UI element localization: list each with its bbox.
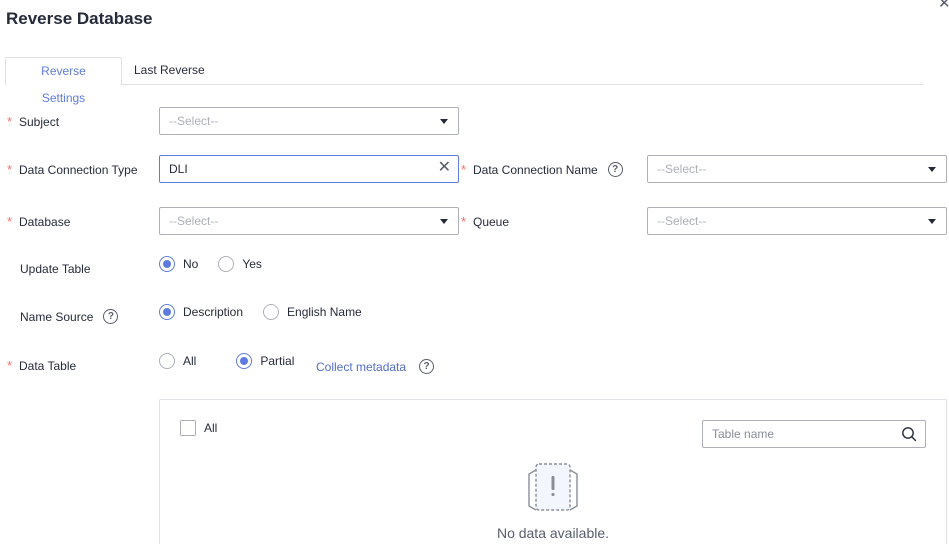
required-marker: * [7, 214, 13, 229]
name-source-radio-group: Description English Name [159, 304, 382, 320]
empty-state-text: No data available. [496, 525, 610, 541]
radio-name-description[interactable]: Description [159, 304, 243, 320]
clear-icon[interactable]: ✕ [438, 160, 451, 176]
help-icon[interactable]: ? [419, 359, 434, 374]
chevron-down-icon [440, 219, 448, 224]
required-marker: * [7, 358, 13, 373]
tab-reverse-settings[interactable]: Reverse Settings [5, 57, 122, 105]
tab-bar: Reverse Settings Last Reverse [5, 57, 923, 105]
table-search-box [702, 420, 926, 448]
data-connection-type-input[interactable]: DLI ✕ [159, 155, 459, 183]
table-name-search-input[interactable] [703, 421, 888, 447]
name-source-label: Name Source ? [8, 309, 119, 324]
required-marker: * [461, 162, 467, 177]
chevron-down-icon [440, 119, 448, 124]
update-table-label: Update Table [20, 262, 91, 276]
radio-name-english[interactable]: English Name [263, 304, 362, 320]
radio-data-table-all[interactable]: All [159, 353, 196, 369]
empty-data-icon [528, 463, 578, 511]
data-connection-name-label: * Data Connection Name ? [461, 162, 623, 177]
collect-metadata-link[interactable]: Collect metadata [316, 360, 406, 374]
select-all-checkbox[interactable]: All [180, 420, 217, 436]
data-connection-name-select[interactable]: --Select-- [647, 155, 947, 183]
database-select[interactable]: --Select-- [159, 207, 459, 235]
database-label: * Database [7, 214, 71, 229]
tab-last-reverse[interactable]: Last Reverse [122, 57, 217, 85]
subject-select[interactable]: --Select-- [159, 107, 459, 135]
subject-label: * Subject [7, 114, 60, 129]
close-icon[interactable]: ✕ [938, 0, 949, 11]
chevron-down-icon [928, 167, 936, 172]
radio-update-yes[interactable]: Yes [218, 256, 262, 272]
required-marker: * [7, 162, 13, 177]
required-marker: * [461, 214, 467, 229]
queue-select[interactable]: --Select-- [647, 207, 947, 235]
data-connection-type-label: * Data Connection Type [7, 162, 138, 177]
radio-update-no[interactable]: No [159, 256, 198, 272]
data-table-label: * Data Table [7, 358, 77, 373]
update-table-radio-group: No Yes [159, 256, 282, 272]
data-table-radio-group: All Partial [159, 353, 314, 369]
help-icon[interactable]: ? [103, 309, 119, 324]
radio-data-table-partial[interactable]: Partial [236, 353, 294, 369]
chevron-down-icon [928, 219, 936, 224]
help-icon[interactable]: ? [607, 162, 623, 177]
table-selection-panel: All No data available. [159, 399, 947, 544]
required-marker: * [7, 114, 13, 129]
dialog-title: Reverse Database [6, 9, 153, 28]
search-icon[interactable] [901, 426, 917, 442]
queue-label: * Queue [461, 214, 510, 229]
